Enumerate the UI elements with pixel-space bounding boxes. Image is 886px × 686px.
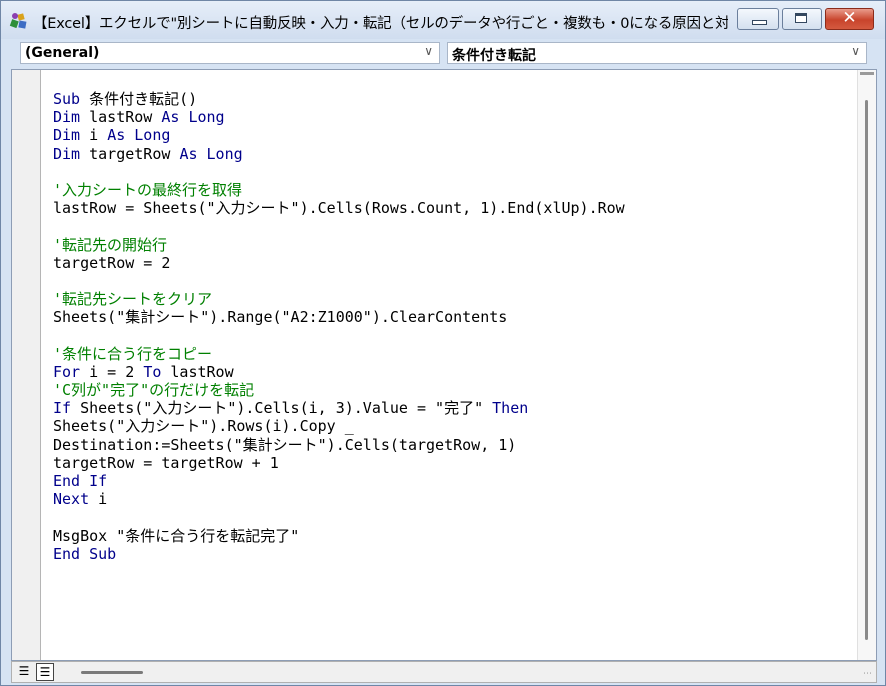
bottom-bar: ☰ ☰ ⋯ <box>11 661 877 683</box>
code-keyword: Long <box>206 144 243 163</box>
code-line[interactable]: targetRow = targetRow + 1 <box>53 454 625 472</box>
code-keyword: Next <box>53 490 90 509</box>
minimize-button[interactable] <box>737 8 779 30</box>
chevron-down-icon[interactable]: ∨ <box>424 44 433 58</box>
code-token: Sheets("入力シート").Cells(i, 3).Value = "完了" <box>71 399 493 418</box>
vbe-app-icon <box>9 13 27 29</box>
close-icon: ✕ <box>842 8 857 28</box>
code-token: Destination:=Sheets("集計シート").Cells(targe… <box>53 435 517 454</box>
code-line[interactable]: lastRow = Sheets("入力シート").Cells(Rows.Cou… <box>53 199 625 217</box>
code-line[interactable]: If Sheets("入力シート").Cells(i, 3).Value = "… <box>53 399 625 417</box>
code-token: i = 2 <box>80 362 144 381</box>
maximize-icon <box>795 13 807 23</box>
margin-indicator-bar[interactable] <box>12 70 41 660</box>
split-bar[interactable] <box>860 72 874 75</box>
code-comment: '転記先シートをクリア <box>53 290 213 309</box>
code-keyword: As <box>161 108 180 127</box>
code-keyword: If <box>53 399 72 418</box>
code-line[interactable]: Sub 条件付き転記() <box>53 90 625 108</box>
code-line[interactable]: targetRow = 2 <box>53 254 625 272</box>
code-line[interactable]: '条件に合う行をコピー <box>53 345 625 363</box>
vertical-scrollbar[interactable] <box>857 70 876 660</box>
vertical-scroll-thumb[interactable] <box>865 100 868 640</box>
code-line[interactable]: MsgBox "条件に合う行を転記完了" <box>53 527 625 545</box>
code-line[interactable] <box>53 163 625 181</box>
code-line[interactable]: Destination:=Sheets("集計シート").Cells(targe… <box>53 436 625 454</box>
code-comment: '入力シートの最終行を取得 <box>53 180 243 199</box>
procedure-combobox[interactable]: 条件付き転記 ∨ <box>447 42 867 64</box>
code-token: Sheets("入力シート").Rows(i).Copy _ <box>53 417 354 436</box>
maximize-button[interactable] <box>782 8 822 30</box>
vbe-code-window: 【Excel】エクセルで"別シートに自動反映・入力・転記（セルのデータや行ごと・… <box>0 0 886 686</box>
code-line[interactable]: End Sub <box>53 545 625 563</box>
procedure-combobox-value: 条件付き転記 <box>452 48 536 64</box>
code-keyword: To <box>143 362 162 381</box>
code-token: Sheets("集計シート").Range("A2:Z1000").ClearC… <box>53 308 508 327</box>
code-comment: '条件に合う行をコピー <box>53 344 213 363</box>
code-text[interactable]: Sub 条件付き転記() Dim lastRow As Long Dim i As … <box>53 90 625 563</box>
code-line[interactable]: '転記先の開始行 <box>53 236 625 254</box>
code-line[interactable]: Next i <box>53 490 625 508</box>
code-token: lastRow <box>161 362 234 381</box>
code-token: targetRow = targetRow + 1 <box>53 453 279 472</box>
close-button[interactable]: ✕ <box>825 8 874 30</box>
code-token: targetRow <box>80 144 180 163</box>
code-keyword: For <box>53 362 81 381</box>
code-keyword: End If <box>53 471 108 490</box>
code-line[interactable]: '入力シートの最終行を取得 <box>53 181 625 199</box>
horizontal-scroll-thumb[interactable] <box>81 671 143 674</box>
window-title: 【Excel】エクセルで"別シートに自動反映・入力・転記（セルのデータや行ごと・… <box>33 16 728 32</box>
code-keyword: Dim <box>53 144 81 163</box>
code-comment: '転記先の開始行 <box>53 235 168 254</box>
minimize-icon <box>752 20 767 25</box>
code-keyword: End Sub <box>53 544 117 563</box>
code-token: lastRow <box>80 108 162 127</box>
code-keyword: Then <box>492 399 529 418</box>
code-token: i <box>89 490 108 509</box>
code-keyword: Long <box>134 126 171 145</box>
code-keyword: Dim <box>53 126 81 145</box>
code-token: i <box>80 126 108 145</box>
object-combobox[interactable]: (General) ∨ <box>20 42 440 64</box>
code-line[interactable]: '転記先シートをクリア <box>53 290 625 308</box>
code-line[interactable]: Dim i As Long <box>53 126 625 144</box>
code-line[interactable]: Sheets("入力シート").Rows(i).Copy _ <box>53 417 625 435</box>
code-keyword: Long <box>188 108 225 127</box>
code-line[interactable]: 'C列が"完了"の行だけを転記 <box>53 381 625 399</box>
code-line[interactable] <box>53 272 625 290</box>
code-token: lastRow = Sheets("入力シート").Cells(Rows.Cou… <box>53 199 625 218</box>
code-line[interactable]: Sheets("集計シート").Range("A2:Z1000").ClearC… <box>53 308 625 326</box>
code-line[interactable]: End If <box>53 472 625 490</box>
resize-grip-icon[interactable]: ⋯ <box>863 669 872 679</box>
procedure-view-icon[interactable]: ☰ <box>15 663 33 681</box>
code-keyword: Sub <box>53 90 81 108</box>
full-module-view-icon[interactable]: ☰ <box>36 663 54 681</box>
code-keyword: As <box>107 126 126 145</box>
code-token: MsgBox "条件に合う行を転記完了" <box>53 526 300 545</box>
title-bar[interactable]: 【Excel】エクセルで"別シートに自動反映・入力・転記（セルのデータや行ごと・… <box>1 1 885 39</box>
code-comment: 'C列が"完了"の行だけを転記 <box>53 381 255 399</box>
code-keyword: Dim <box>53 108 81 127</box>
code-line[interactable] <box>53 508 625 526</box>
chevron-down-icon[interactable]: ∨ <box>851 44 860 58</box>
code-line[interactable]: Dim targetRow As Long <box>53 145 625 163</box>
code-line[interactable]: For i = 2 To lastRow <box>53 363 625 381</box>
code-line[interactable] <box>53 326 625 344</box>
code-line[interactable]: Dim lastRow As Long <box>53 108 625 126</box>
code-keyword: As <box>179 144 198 163</box>
code-line[interactable] <box>53 217 625 235</box>
object-combobox-value: (General) <box>25 45 100 61</box>
code-editor[interactable]: Sub 条件付き転記() Dim lastRow As Long Dim i As … <box>11 69 877 661</box>
code-token: targetRow = 2 <box>53 253 171 272</box>
code-token: 条件付き転記() <box>80 90 198 108</box>
